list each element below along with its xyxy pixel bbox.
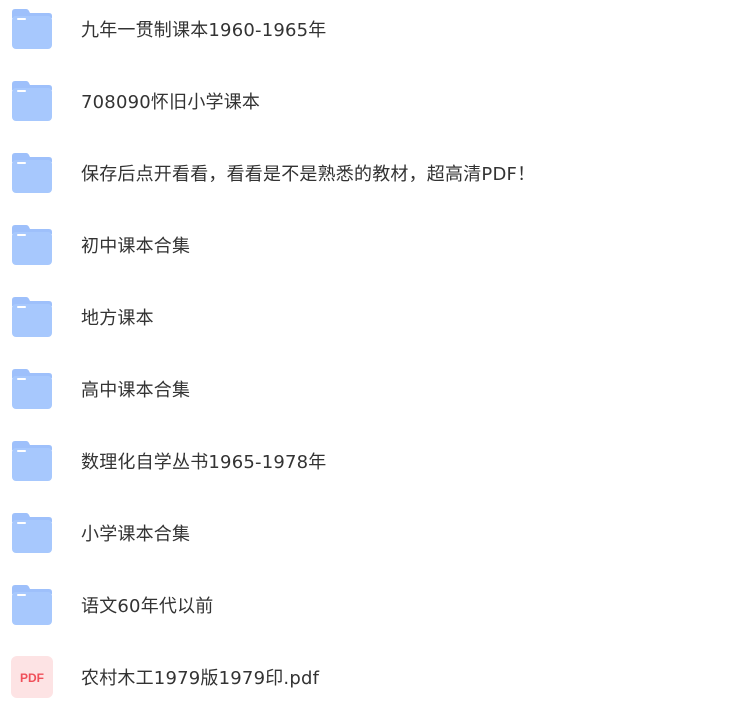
list-item[interactable]: 小学课本合集 <box>0 497 739 569</box>
folder-icon <box>9 294 55 340</box>
folder-icon <box>9 6 55 52</box>
list-item[interactable]: 高中课本合集 <box>0 353 739 425</box>
item-name: 小学课本合集 <box>81 524 191 545</box>
item-name: 数理化自学丛书1965-1978年 <box>81 452 327 473</box>
pdf-badge-label: PDF <box>20 671 44 685</box>
list-item[interactable]: 九年一贯制课本1960-1965年 <box>0 0 739 65</box>
list-item[interactable]: PDF 农村木工1979版1979印.pdf <box>0 641 739 713</box>
folder-icon <box>9 438 55 484</box>
list-item[interactable]: 数理化自学丛书1965-1978年 <box>0 425 739 497</box>
folder-icon <box>9 366 55 412</box>
item-name: 初中课本合集 <box>81 236 191 257</box>
item-name: 农村木工1979版1979印.pdf <box>81 668 320 689</box>
folder-icon <box>9 582 55 628</box>
list-item[interactable]: 保存后点开看看，看看是不是熟悉的教材，超高清PDF！ <box>0 137 739 209</box>
pdf-file-icon: PDF <box>9 654 55 700</box>
list-item[interactable]: 地方课本 <box>0 281 739 353</box>
folder-icon <box>9 78 55 124</box>
item-name: 九年一贯制课本1960-1965年 <box>81 20 327 41</box>
folder-icon <box>9 150 55 196</box>
list-item[interactable]: 708090怀旧小学课本 <box>0 65 739 137</box>
item-name: 保存后点开看看，看看是不是熟悉的教材，超高清PDF！ <box>81 164 536 185</box>
folder-icon <box>9 510 55 556</box>
item-name: 708090怀旧小学课本 <box>81 92 261 113</box>
folder-icon <box>9 222 55 268</box>
list-item[interactable]: 初中课本合集 <box>0 209 739 281</box>
list-item[interactable]: 语文60年代以前 <box>0 569 739 641</box>
item-name: 语文60年代以前 <box>81 596 214 617</box>
item-name: 高中课本合集 <box>81 380 191 401</box>
file-list: 九年一贯制课本1960-1965年 708090怀旧小学课本 保存后点开看看，看… <box>0 0 739 717</box>
item-name: 地方课本 <box>81 308 154 329</box>
